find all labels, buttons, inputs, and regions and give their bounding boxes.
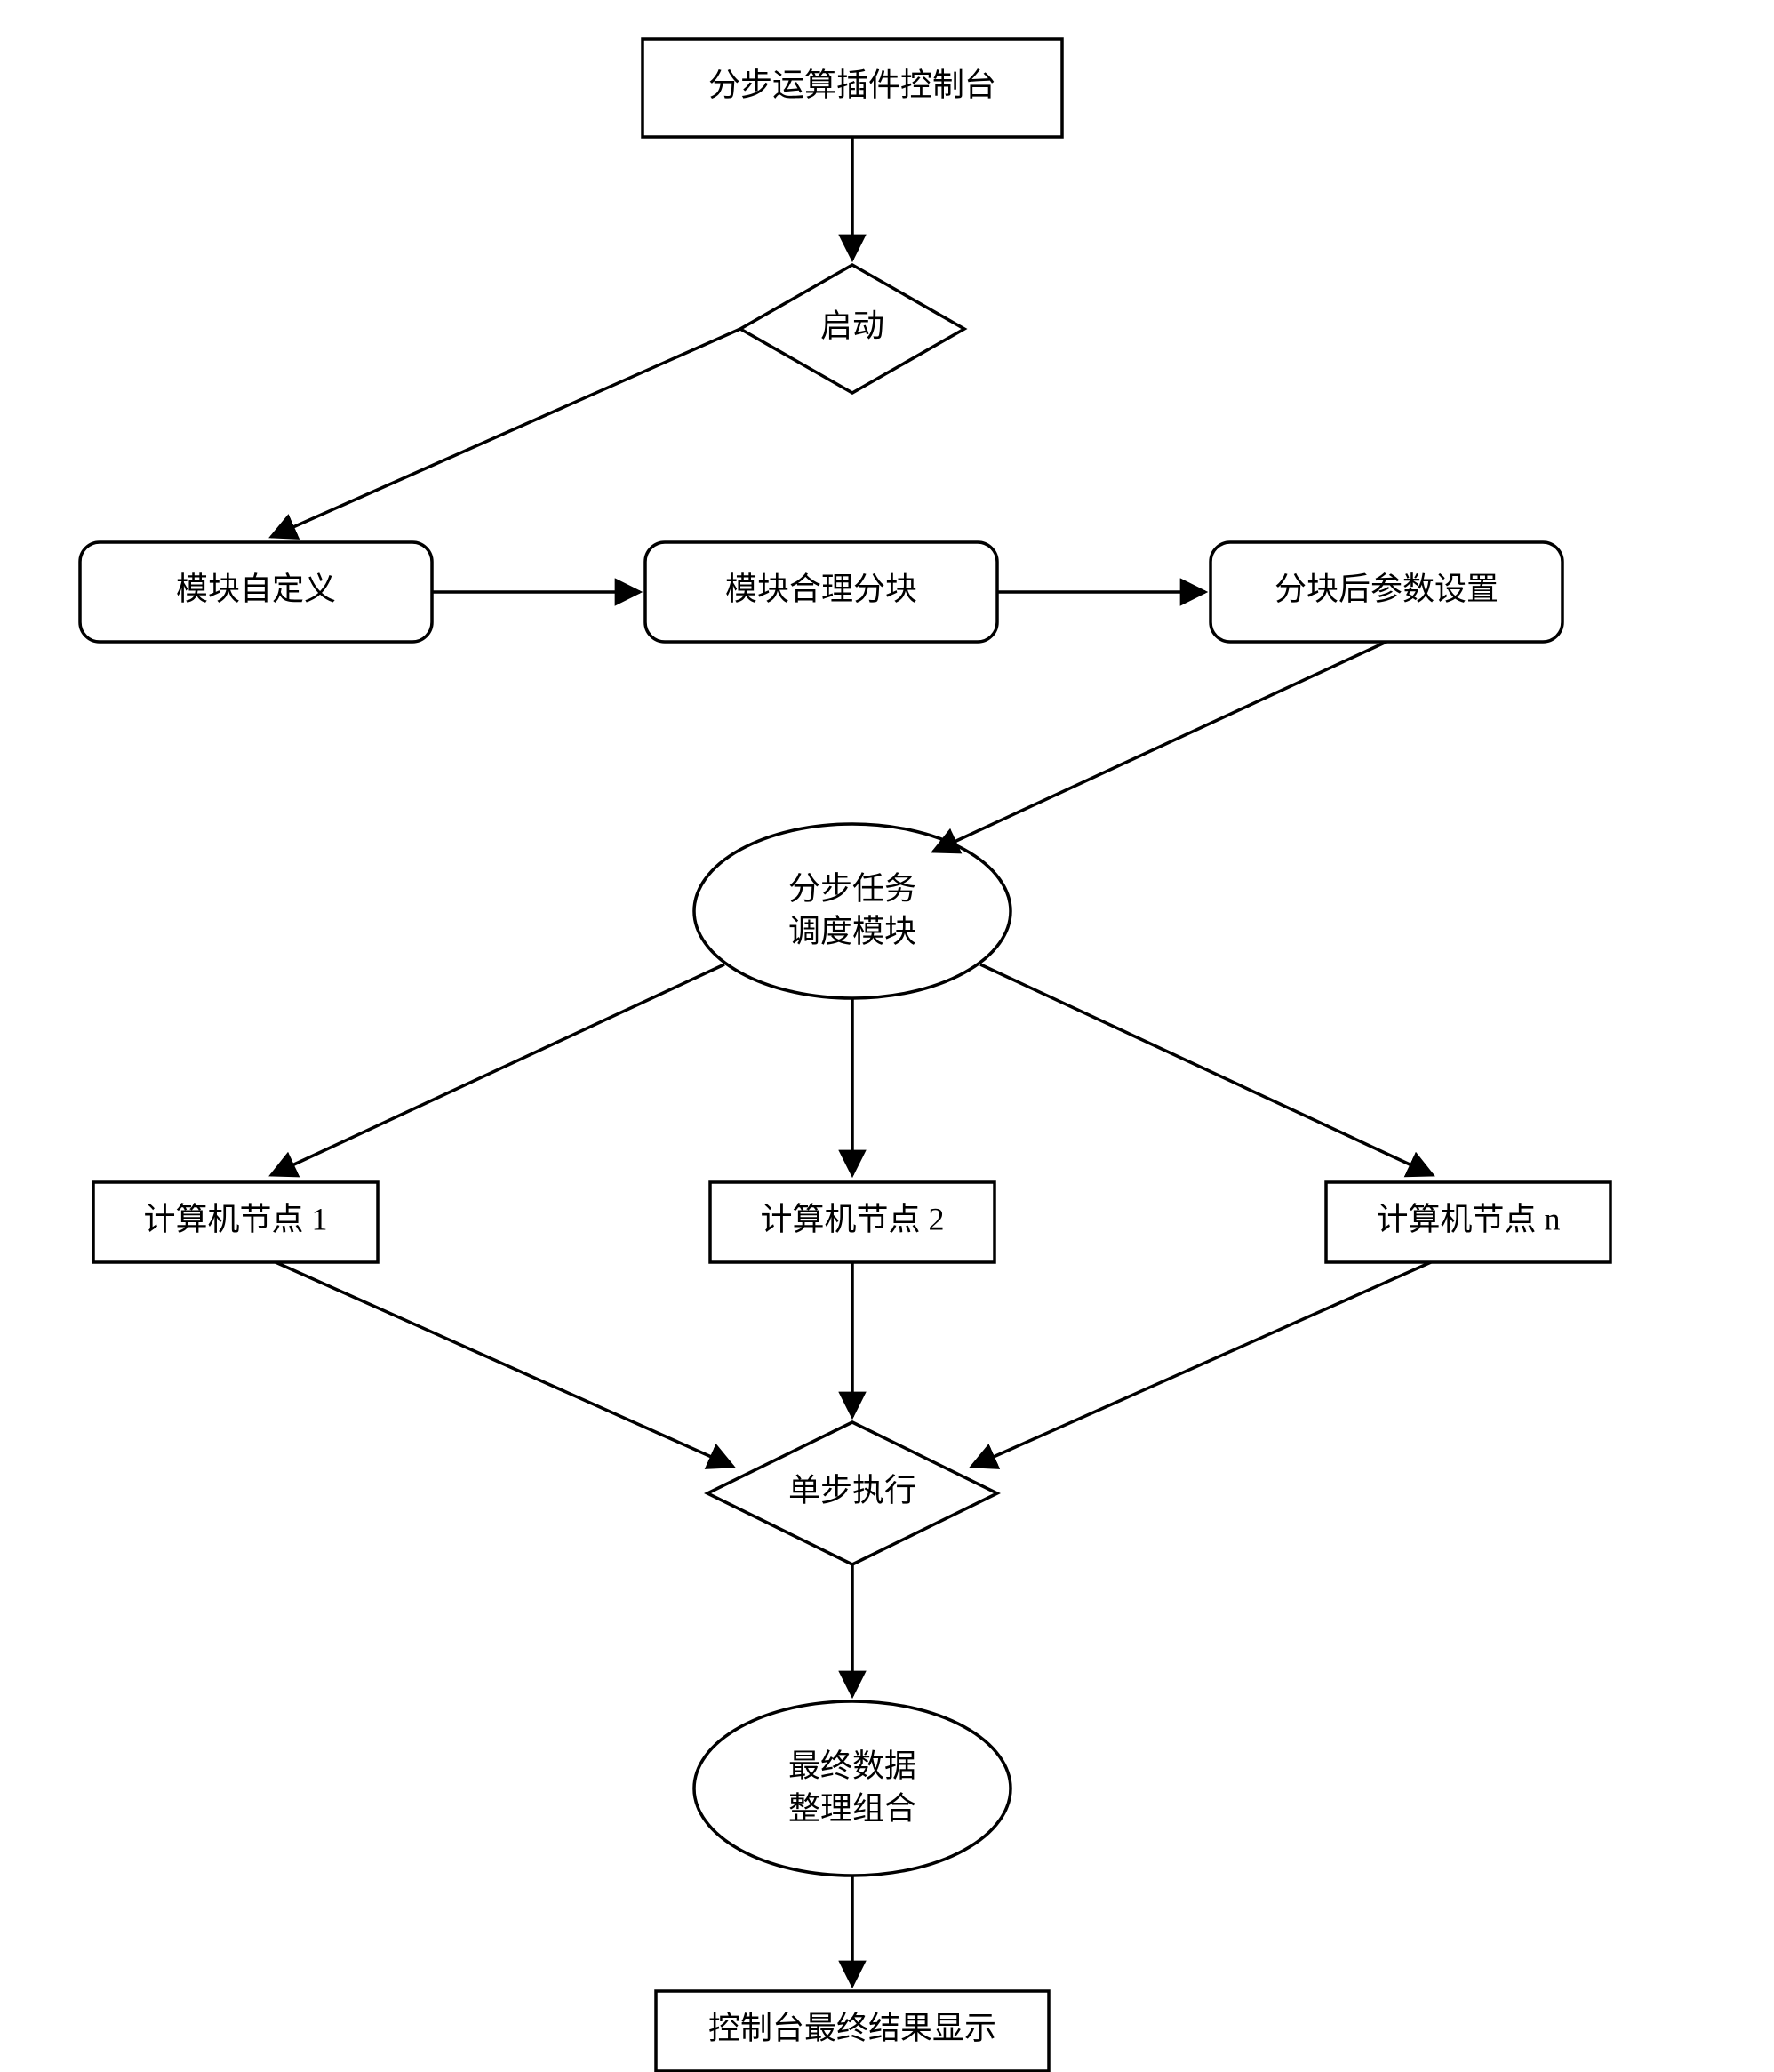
arrow-sched-noden bbox=[980, 964, 1433, 1175]
node2-label: 计算机节点 2 bbox=[760, 1201, 944, 1236]
noden-label: 计算机节点 n bbox=[1376, 1201, 1560, 1236]
noden-box: 计算机节点 n bbox=[1326, 1182, 1610, 1262]
step-diamond: 单步执行 bbox=[707, 1422, 997, 1564]
params-label: 分块后参数设置 bbox=[1275, 571, 1498, 606]
console-box: 分步运算插件控制台 bbox=[643, 39, 1062, 137]
arrow-node1-step bbox=[276, 1262, 733, 1467]
node2-box: 计算机节点 2 bbox=[710, 1182, 995, 1262]
custom-label: 模块自定义 bbox=[176, 571, 336, 606]
start-diamond: 启动 bbox=[740, 265, 964, 393]
arrow-sched-node1 bbox=[271, 964, 724, 1175]
sched-ellipse: 分步任务 调度模块 bbox=[694, 824, 1011, 998]
step-label: 单步执行 bbox=[788, 1472, 916, 1508]
node1-box: 计算机节点 1 bbox=[93, 1182, 378, 1262]
arrow-params-sched bbox=[933, 642, 1386, 852]
split-box: 模块合理分块 bbox=[645, 542, 997, 642]
split-label: 模块合理分块 bbox=[725, 571, 917, 606]
start-label: 启动 bbox=[820, 308, 884, 343]
custom-box: 模块自定义 bbox=[80, 542, 432, 642]
arrow-start-custom bbox=[271, 329, 740, 537]
result-box: 控制台最终结果显示 bbox=[656, 1991, 1049, 2071]
arrow-noden-step bbox=[971, 1262, 1431, 1467]
merge-ellipse: 最终数据 整理组合 bbox=[694, 1701, 1011, 1876]
node1-label: 计算机节点 1 bbox=[143, 1201, 327, 1236]
sched-label-2: 调度模块 bbox=[788, 913, 916, 948]
merge-label-1: 最终数据 bbox=[788, 1748, 916, 1783]
console-label: 分步运算插件控制台 bbox=[708, 67, 996, 102]
params-box: 分块后参数设置 bbox=[1211, 542, 1562, 642]
merge-label-2: 整理组合 bbox=[788, 1790, 916, 1826]
result-label: 控制台最终结果显示 bbox=[708, 2010, 996, 2045]
sched-label-1: 分步任务 bbox=[788, 870, 916, 906]
